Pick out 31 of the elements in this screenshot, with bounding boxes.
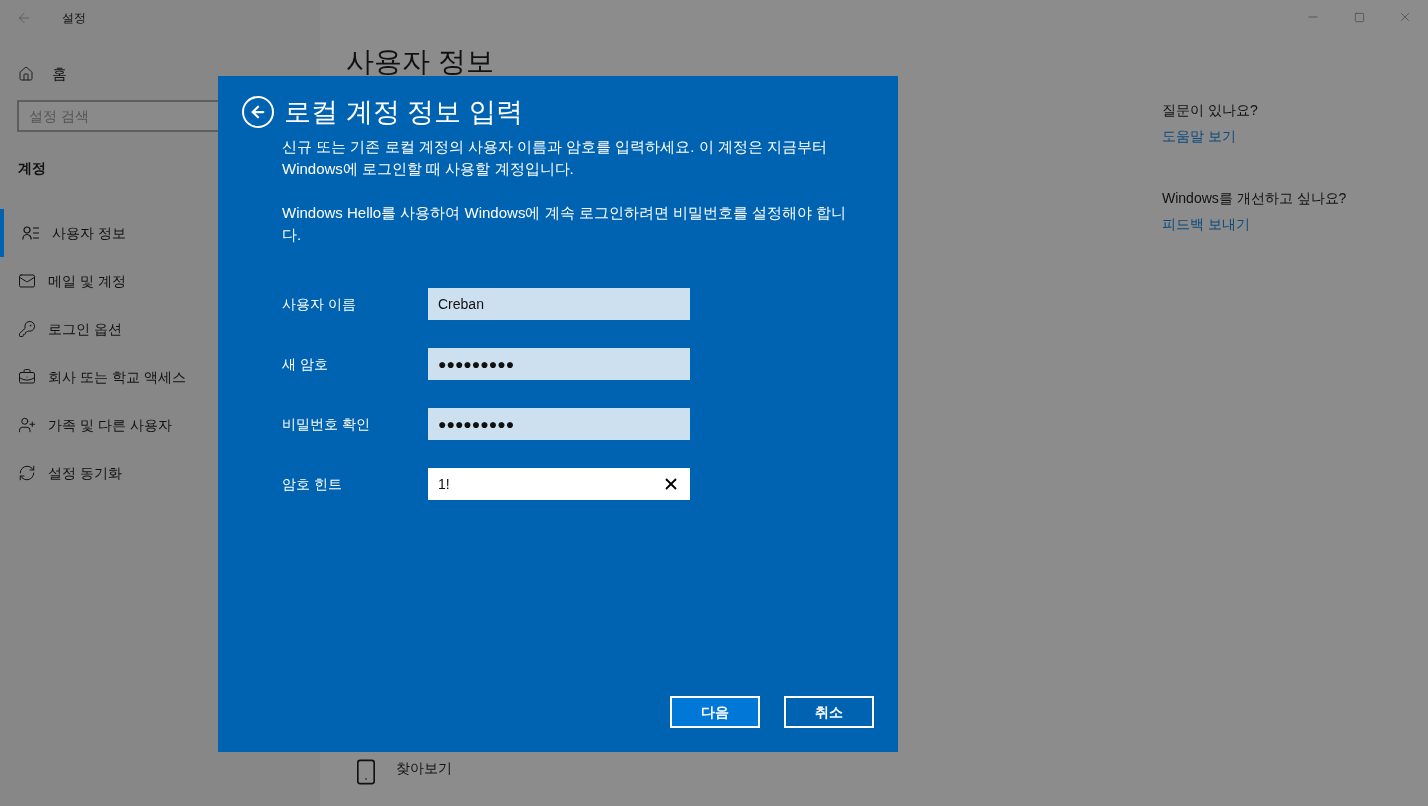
aside-question: Windows를 개선하고 싶나요? [1162, 189, 1348, 208]
user-plus-icon [18, 416, 36, 434]
input-field[interactable]: ●●●●●●●●● [428, 408, 690, 440]
briefcase-icon [18, 368, 36, 386]
input-field[interactable]: Creban [428, 288, 690, 320]
window-title: 설정 [62, 10, 86, 27]
next-button[interactable]: 다음 [670, 696, 760, 728]
key-icon [18, 320, 36, 338]
section-heading: 계정 [18, 159, 46, 178]
sync-icon [18, 464, 36, 482]
back-button[interactable] [242, 96, 274, 128]
mail-icon [18, 272, 36, 290]
home-icon [18, 66, 34, 82]
field-label: 비밀번호 확인 [282, 414, 371, 434]
user-list-icon [22, 226, 40, 240]
page-title: 사용자 정보 [346, 48, 495, 76]
close-icon [1398, 10, 1412, 24]
home-link[interactable]: 홈 [18, 62, 320, 86]
maximize-icon [1353, 11, 1365, 23]
browse-label: 찾아보기 [396, 759, 452, 778]
input-field[interactable]: 1! [428, 468, 690, 500]
aside-question: 질문이 있나요? [1162, 101, 1259, 120]
aside-link[interactable]: 피드백 보내기 [1162, 214, 1428, 234]
back-arrow-icon [16, 10, 32, 26]
cancel-button[interactable]: 취소 [784, 696, 874, 728]
field-label: 사용자 이름 [282, 294, 357, 314]
input-field[interactable]: ●●●●●●●●● [428, 348, 690, 380]
field-label: 새 암호 [282, 354, 329, 374]
dialog-text: 신규 또는 기존 로컬 계정의 사용자 이름과 암호를 입력하세요. 이 계정은 지금부터 Windows에 로그인할 때 사용할 계정입니다. [282, 137, 828, 179]
aside-link[interactable]: 도움말 보기 [1162, 126, 1428, 146]
field-label: 암호 힌트 [282, 474, 343, 494]
